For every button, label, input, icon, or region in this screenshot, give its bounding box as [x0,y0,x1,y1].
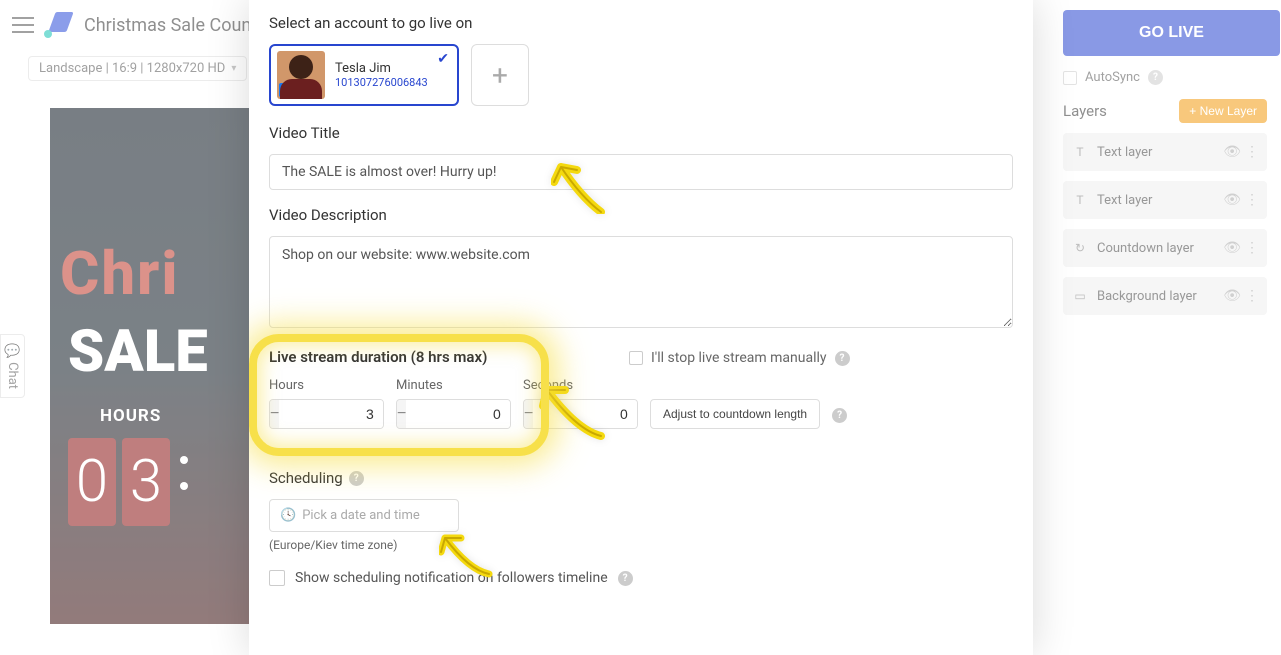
account-row: f Tesla Jim 101307276006843 ✔ + [269,44,1013,106]
seconds-label: Seconds [523,378,638,393]
minutes-input[interactable] [406,400,511,428]
minutes-label: Minutes [396,378,511,393]
seconds-stepper: − + [523,399,638,429]
help-icon[interactable]: ? [349,471,364,486]
add-account-button[interactable]: + [471,44,529,106]
video-title-label: Video Title [269,124,1013,142]
account-name: Tesla Jim [335,61,428,76]
plus-icon: + [492,59,508,92]
adjust-to-countdown-button[interactable]: Adjust to countdown length [650,399,820,429]
date-time-picker[interactable]: 🕓 Pick a date and time [269,499,459,532]
help-icon[interactable]: ? [835,351,850,366]
scheduling-label: Scheduling ? [269,469,1013,487]
hours-stepper: − + [269,399,384,429]
date-picker-placeholder: Pick a date and time [302,508,420,523]
manual-stop-checkbox[interactable] [629,351,643,365]
select-account-label: Select an account to go live on [269,14,1013,32]
duration-section: Live stream duration (8 hrs max) I'll st… [269,348,1013,429]
schedule-notification-row: Show scheduling notification on follower… [269,570,1013,586]
scheduling-section: Scheduling ? 🕓 Pick a date and time (Eur… [269,469,1013,586]
video-description-input[interactable]: Shop on our website: www.website.com [269,236,1013,328]
clock-icon: 🕓 [280,508,296,523]
decrement-button[interactable]: − [524,400,533,428]
video-title-input[interactable] [269,154,1013,190]
facebook-badge-icon: f [279,83,293,97]
video-description-label: Video Description [269,206,1013,224]
help-icon[interactable]: ? [618,571,633,586]
manual-stop-label: I'll stop live stream manually [651,350,827,366]
hours-label: Hours [269,378,384,393]
go-live-settings-modal: Select an account to go live on f Tesla … [249,0,1033,655]
timezone-note: (Europe/Kiev time zone) [269,538,1013,552]
hours-input[interactable] [279,400,384,428]
help-icon[interactable]: ? [832,408,847,423]
schedule-notification-checkbox[interactable] [269,570,285,586]
decrement-button[interactable]: − [397,400,406,428]
account-id: 101307276006843 [335,76,428,89]
duration-steppers: Hours − + Minutes − + Seconds − [269,378,1013,429]
manual-stop-row: I'll stop live stream manually ? [629,350,850,366]
check-icon: ✔ [437,51,449,67]
seconds-input[interactable] [533,400,638,428]
schedule-notification-label: Show scheduling notification on follower… [295,570,608,586]
decrement-button[interactable]: − [270,400,279,428]
minutes-stepper: − + [396,399,511,429]
account-card-selected[interactable]: f Tesla Jim 101307276006843 ✔ [269,44,459,106]
account-avatar: f [277,51,325,99]
